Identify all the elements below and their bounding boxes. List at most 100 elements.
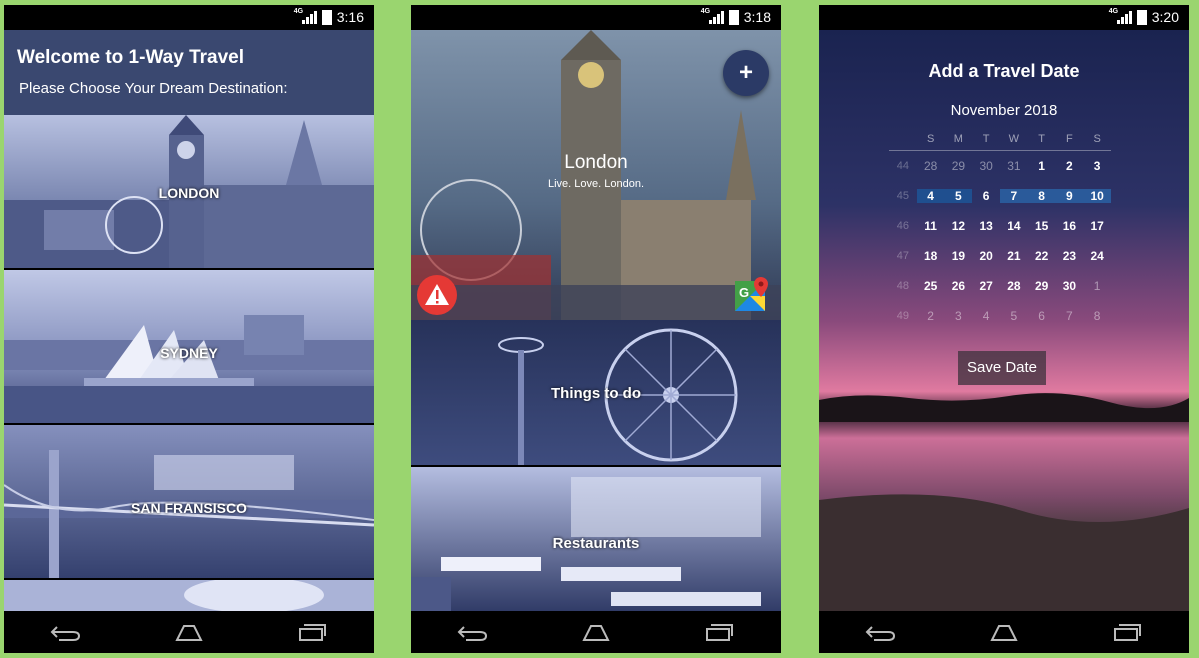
calendar-day[interactable]: 1 [1083,279,1111,293]
calendar-week: 48 25 26 27 28 29 30 1 [889,271,1111,301]
calendar-day[interactable]: 11 [917,219,945,233]
destination-label: LONDON [158,185,220,201]
recents-icon[interactable] [1097,617,1157,647]
calendar-day[interactable]: 3 [1083,159,1111,173]
warning-icon[interactable] [417,275,457,315]
clock: 3:18 [743,9,771,25]
back-icon[interactable] [443,617,503,647]
calendar-day[interactable]: 18 [917,249,945,263]
calendar-week: 47 18 19 20 21 22 23 24 [889,241,1111,271]
calendar-day[interactable]: 5 [1000,309,1028,323]
add-button[interactable]: + [723,50,769,96]
destination-next[interactable] [4,580,374,613]
calendar-day[interactable]: 2 [1056,159,1084,173]
calendar-day[interactable]: 28 [1000,279,1028,293]
calendar-day[interactable]: 29 [945,159,973,173]
calendar-day[interactable]: 15 [1028,219,1056,233]
save-date-button[interactable]: Save Date [958,351,1046,385]
battery-icon [1136,9,1147,25]
calendar-day[interactable]: 7 [1056,309,1084,323]
calendar-day[interactable]: 12 [945,219,973,233]
nav-bar [819,611,1189,653]
destination-san-francisco[interactable]: SAN FRANSISCO [4,425,374,578]
calendar-month[interactable]: November 2018 [819,102,1189,119]
recents-icon[interactable] [282,617,342,647]
calendar-day-selected[interactable]: 5 [944,189,973,203]
calendar-day[interactable]: 26 [945,279,973,293]
phone-travel-date: 4G 3:20 Add a Travel Date November 2018 … [819,5,1189,653]
nav-bar [411,611,781,653]
calendar-day[interactable]: 30 [1056,279,1084,293]
calendar-day[interactable]: 30 [972,159,1000,173]
back-icon[interactable] [36,617,96,647]
week-number: 49 [896,310,909,322]
card-label: Things to do [551,385,641,402]
city-hero: + London Live. Love. London. G [411,30,781,320]
weekday-label: S [926,133,935,145]
weekday-label: W [1008,133,1020,145]
calendar-day[interactable]: 21 [1000,249,1028,263]
card-restaurants[interactable]: Restaurants [411,467,781,613]
clock: 3:20 [1151,9,1179,25]
calendar-day[interactable]: 25 [917,279,945,293]
calendar-day[interactable]: 19 [945,249,973,263]
recents-icon[interactable] [689,617,749,647]
week-number: 48 [896,280,909,292]
calendar-day[interactable]: 17 [1083,219,1111,233]
calendar-day[interactable]: 8 [1083,309,1111,323]
week-number: 47 [896,250,909,262]
home-icon[interactable] [566,617,626,647]
destination-label: SYDNEY [160,345,218,361]
calendar-day-selected[interactable]: 10 [1083,189,1111,203]
page-title: Welcome to 1-Way Travel [17,47,245,68]
calendar-day[interactable]: 14 [1000,219,1028,233]
status-bar: 4G 3:18 [411,5,781,30]
destination-label: SAN FRANSISCO [131,500,247,516]
calendar-week: 46 11 12 13 14 15 16 17 [889,211,1111,241]
calendar-day[interactable]: 22 [1028,249,1056,263]
destination-sydney[interactable]: SYDNEY [4,270,374,423]
calendar-week: 44 28 29 30 31 1 2 3 [889,151,1111,181]
calendar-day[interactable]: 6 [1028,309,1056,323]
destination-london[interactable]: LONDON [4,115,374,268]
calendar-day[interactable]: 3 [945,309,973,323]
calendar-day[interactable]: 13 [972,219,1000,233]
page-title: Add a Travel Date [928,61,1080,81]
phone-destinations: 4G 3:16 Welcome to 1-Way Travel Please C… [4,5,374,653]
app-header: Welcome to 1-Way Travel Please Choose Yo… [4,30,374,115]
calendar-day-selected[interactable]: 4 [916,189,945,203]
phone-city-detail: 4G 3:18 + London Live. Love. London. G T… [411,5,781,653]
home-icon[interactable] [974,617,1034,647]
weekday-label: S [1093,133,1101,145]
calendar-day-selected[interactable]: 6 [972,189,1000,203]
signal-icon: 4G [701,8,724,24]
calendar-day[interactable]: 29 [1028,279,1056,293]
calendar-day[interactable]: 27 [972,279,1000,293]
calendar-day-selected[interactable]: 7 [1000,189,1028,203]
weekday-label: T [1038,133,1045,145]
week-number: 46 [896,220,909,232]
calendar-day[interactable]: 23 [1056,249,1084,263]
calendar-day-selected[interactable]: 9 [1055,189,1084,203]
calendar: S M T W T F S 44 28 29 30 31 1 2 3 45 4 [889,128,1111,331]
calendar-day[interactable]: 24 [1083,249,1111,263]
weekday-label: F [1066,133,1073,145]
calendar-day[interactable]: 2 [917,309,945,323]
city-title: London [564,152,628,173]
calendar-day[interactable]: 1 [1028,159,1056,173]
sunset-background: Add a Travel Date November 2018 S M T W … [819,30,1189,613]
card-things-to-do[interactable]: Things to do [411,320,781,465]
calendar-day[interactable]: 16 [1056,219,1084,233]
calendar-day[interactable]: 4 [972,309,1000,323]
battery-icon [728,9,739,25]
svg-text:G: G [739,285,749,300]
calendar-day[interactable]: 20 [972,249,1000,263]
calendar-day[interactable]: 28 [917,159,945,173]
back-icon[interactable] [851,617,911,647]
calendar-day-selected[interactable]: 8 [1027,189,1056,203]
calendar-day[interactable]: 31 [1000,159,1028,173]
week-number: 45 [896,190,909,202]
google-maps-icon[interactable]: G [733,275,771,313]
card-label: Restaurants [552,535,640,552]
home-icon[interactable] [159,617,219,647]
